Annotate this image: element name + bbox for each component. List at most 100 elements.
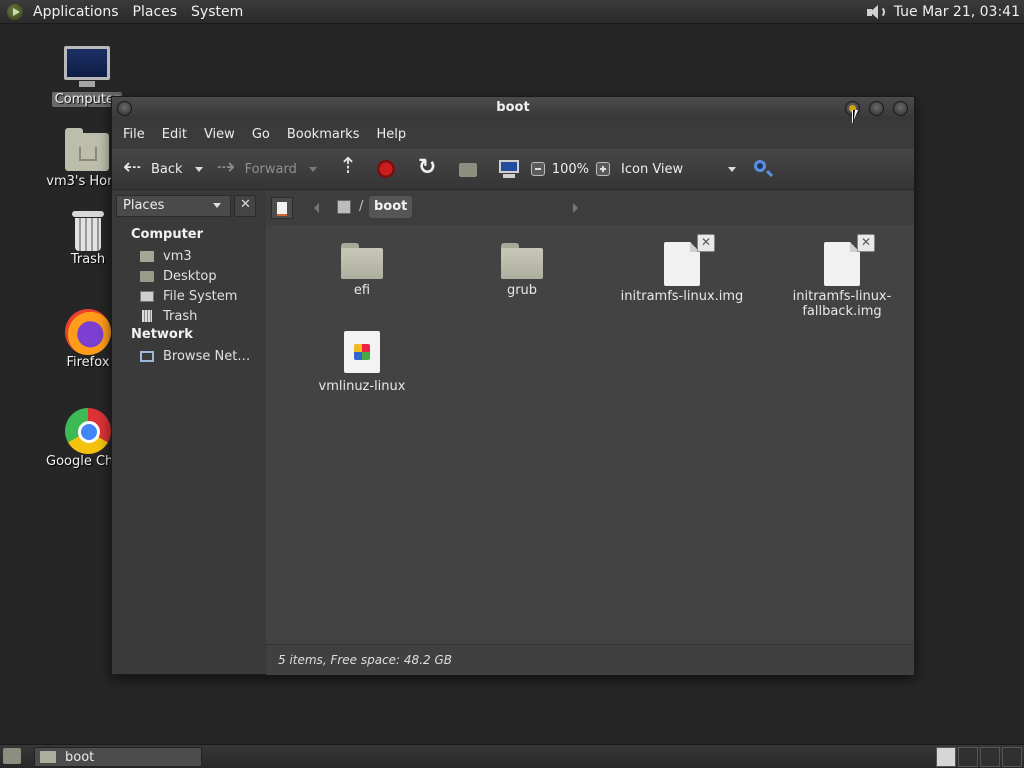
document-icon	[824, 242, 860, 286]
gnome-foot-icon[interactable]	[5, 1, 27, 23]
trash-icon	[140, 310, 154, 322]
file-label: initramfs-linux-fallback.img	[792, 289, 892, 319]
zoom-level[interactable]: 100%	[552, 162, 589, 177]
zoom-out-icon[interactable]	[530, 162, 545, 176]
clock[interactable]: Tue Mar 21, 03:41	[894, 4, 1020, 20]
file-label: efi	[353, 283, 371, 298]
volume-icon[interactable]	[864, 2, 885, 22]
sidebar-item-label: vm3	[163, 248, 192, 264]
firefox-icon	[65, 309, 111, 355]
unreadable-emblem-icon	[857, 234, 875, 252]
close-icon[interactable]	[234, 195, 256, 217]
home-folder-icon	[65, 128, 109, 171]
close-button[interactable]	[893, 101, 908, 116]
taskbar-button-boot[interactable]: boot	[34, 747, 202, 767]
view-mode-dropdown[interactable]	[728, 166, 737, 172]
root-drive-icon[interactable]	[337, 200, 351, 214]
sidebar-item-label: Trash	[163, 308, 198, 324]
applications-menu[interactable]: Applications	[33, 4, 119, 20]
back-history-dropdown[interactable]	[194, 166, 203, 172]
desktop-icon-label: Firefox	[66, 355, 110, 370]
file-item-grub[interactable]: grub	[447, 243, 597, 298]
menu-view[interactable]: View	[204, 127, 235, 142]
side-pane-selector[interactable]: Places	[116, 195, 231, 217]
menu-go[interactable]: Go	[252, 127, 270, 142]
side-pane: Places Computer vm3 Desktop File System …	[112, 191, 262, 674]
network-icon	[140, 350, 154, 362]
file-item-initramfs-linux[interactable]: initramfs-linux.img	[607, 234, 757, 304]
unreadable-emblem-icon	[697, 234, 715, 252]
path-scroll-right-icon[interactable]	[573, 203, 578, 213]
workspace-3[interactable]	[980, 747, 1000, 767]
folder-icon	[40, 751, 56, 763]
file-label: initramfs-linux.img	[620, 289, 744, 304]
side-pane-selector-label: Places	[123, 198, 165, 213]
desktop-folder-icon	[140, 270, 154, 282]
chevron-down-icon	[213, 203, 221, 208]
forward-button[interactable]: Forward	[245, 162, 297, 177]
side-heading-network: Network	[131, 327, 193, 342]
desktop-icon-label: Trash	[70, 252, 106, 267]
mouse-cursor-icon	[852, 110, 858, 126]
title-bar[interactable]: boot	[112, 97, 914, 119]
forward-history-dropdown[interactable]	[308, 166, 317, 172]
trash-icon	[72, 211, 104, 251]
drive-icon	[140, 290, 154, 302]
location-bar: / boot	[266, 191, 914, 225]
bottom-panel: boot	[0, 744, 1024, 768]
home-folder-icon	[140, 250, 154, 262]
chrome-icon	[65, 408, 111, 454]
forward-arrow-icon[interactable]	[217, 155, 239, 180]
home-icon[interactable]	[457, 158, 479, 180]
path-current-button[interactable]: boot	[369, 196, 413, 218]
folder-icon	[341, 243, 383, 279]
computer-icon	[64, 46, 110, 87]
sidebar-item-label: Desktop	[163, 268, 217, 284]
path-scroll-left-icon[interactable]	[314, 203, 319, 213]
file-item-efi[interactable]: efi	[287, 243, 437, 298]
places-menu[interactable]: Places	[133, 4, 178, 20]
zoom-in-icon[interactable]	[596, 162, 611, 176]
folder-icon	[501, 243, 543, 279]
top-panel: Applications Places System Tue Mar 21, 0…	[0, 0, 1024, 24]
menu-bookmarks[interactable]: Bookmarks	[287, 127, 360, 142]
reload-icon[interactable]	[416, 155, 438, 180]
file-item-initramfs-linux-fallback[interactable]: initramfs-linux-fallback.img	[767, 234, 917, 319]
workspace-1[interactable]	[936, 747, 956, 767]
sidebar-item-desktop[interactable]: Desktop	[140, 267, 217, 285]
maximize-button[interactable]	[869, 101, 884, 116]
sidebar-item-label: Browse Net…	[163, 348, 251, 364]
search-icon[interactable]	[752, 158, 774, 180]
path-root-button[interactable]: /	[359, 199, 363, 214]
side-heading-computer: Computer	[131, 227, 204, 242]
stop-icon[interactable]	[375, 158, 397, 180]
menu-bar: File Edit View Go Bookmarks Help	[112, 121, 914, 147]
system-menu[interactable]: System	[191, 4, 243, 20]
icon-view[interactable]: efi grub initramfs-linux.img initramfs-l…	[266, 225, 914, 644]
menu-file[interactable]: File	[123, 127, 145, 142]
up-arrow-icon[interactable]	[335, 154, 357, 180]
window-title: boot	[496, 100, 530, 115]
show-desktop-icon[interactable]	[3, 748, 21, 764]
executable-icon	[344, 331, 380, 373]
menu-help[interactable]: Help	[376, 127, 406, 142]
workspace-4[interactable]	[1002, 747, 1022, 767]
sidebar-item-file-system[interactable]: File System	[140, 287, 237, 305]
edit-location-icon[interactable]	[271, 197, 293, 219]
file-label: vmlinuz-linux	[318, 379, 406, 394]
workspace-2[interactable]	[958, 747, 978, 767]
back-button[interactable]: Back	[151, 162, 183, 177]
back-arrow-icon[interactable]	[123, 155, 145, 180]
panel-tray: Tue Mar 21, 03:41	[864, 0, 1024, 24]
sidebar-item-trash[interactable]: Trash	[140, 307, 197, 325]
file-item-vmlinuz-linux[interactable]: vmlinuz-linux	[287, 331, 437, 394]
sidebar-item-browse-network[interactable]: Browse Net…	[140, 347, 250, 365]
sidebar-item-label: File System	[163, 288, 238, 304]
menu-edit[interactable]: Edit	[162, 127, 187, 142]
file-label: grub	[506, 283, 538, 298]
taskbar-button-label: boot	[65, 749, 95, 765]
sidebar-item-vm3[interactable]: vm3	[140, 247, 192, 265]
view-mode-select[interactable]: Icon View	[621, 162, 683, 177]
toolbar: Back Forward 100% Icon View	[112, 149, 914, 190]
computer-icon[interactable]	[498, 158, 520, 180]
